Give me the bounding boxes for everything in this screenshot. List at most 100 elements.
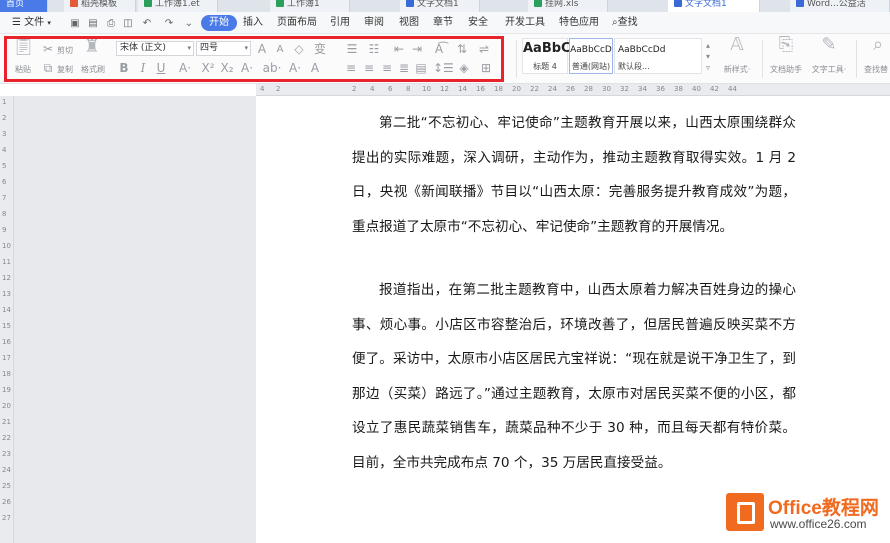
menu-bar: ☰ 文件 ▾ ▣ ▤ ⎙ ◫ ↶ ↷ ⌄ 开始 插入 页面布局 引用 审阅 视图… <box>0 12 890 34</box>
home-tab[interactable]: 首页 <box>0 0 48 12</box>
tab-references[interactable]: 引用 <box>326 15 354 31</box>
search-box[interactable]: ⌕查找 <box>612 15 638 31</box>
save-icon[interactable]: ▣ <box>68 16 82 30</box>
tab-insert[interactable]: 插入 <box>239 15 267 31</box>
ruler-tick: 25 <box>2 482 11 490</box>
style-sample: AaBbCcDd <box>618 45 666 55</box>
doc-tab[interactable]: 稻壳模板 <box>64 0 136 12</box>
doc-tab[interactable]: 挂网.xls <box>528 0 608 12</box>
document-icon <box>674 0 682 7</box>
ruler-tick: 1 <box>2 98 7 106</box>
ruler-tick: 9 <box>2 226 7 234</box>
document-page[interactable]: 第二批“不忘初心、牢记使命”主题教育开展以来，山西太原围绕群众提出的实际难题，深… <box>256 96 890 543</box>
redo-icon[interactable]: ↷ <box>162 16 176 30</box>
doc-tab-active[interactable]: 文字文档1 <box>668 0 760 12</box>
ruler-tick: 8 <box>406 85 411 93</box>
doc-tab-label: 文字文档1 <box>685 0 727 9</box>
ruler-tick: 21 <box>2 418 11 426</box>
office-logo-icon <box>726 493 764 531</box>
new-style-icon[interactable]: 𝔸 <box>725 36 749 54</box>
ruler-tick: 23 <box>2 450 11 458</box>
styles-scroll[interactable]: ▴ ▾ ▿ <box>703 40 713 73</box>
style-heading-4[interactable]: AaBbC 标题 4 <box>522 38 571 74</box>
ruler-tick: 22 <box>530 85 539 93</box>
doc-tab[interactable]: Word...公益活 <box>790 0 890 12</box>
tab-security[interactable]: 安全 <box>464 15 492 31</box>
style-name: 标题 4 <box>533 62 557 71</box>
new-style-label[interactable]: 新样式· <box>716 63 758 77</box>
tab-special[interactable]: 特色应用 <box>555 15 603 31</box>
ruler-tick: 15 <box>2 322 11 330</box>
ruler-tick: 28 <box>584 85 593 93</box>
tab-view[interactable]: 视图 <box>395 15 423 31</box>
ruler-tick: 13 <box>2 290 11 298</box>
ruler-tick: 17 <box>2 354 11 362</box>
ruler-tick: 7 <box>2 194 7 202</box>
ruler-tick: 30 <box>602 85 611 93</box>
document-icon <box>406 0 414 7</box>
ruler-tick: 6 <box>2 178 7 186</box>
ruler-tick: 24 <box>548 85 557 93</box>
tab-developer[interactable]: 开发工具 <box>501 15 549 31</box>
ruler-tick: 34 <box>638 85 647 93</box>
ruler-tick: 32 <box>620 85 629 93</box>
divider <box>516 40 517 78</box>
tab-chapter[interactable]: 章节 <box>429 15 457 31</box>
style-name: 普通(网站) <box>571 62 611 71</box>
document-icon <box>796 0 804 7</box>
doc-tab-label: 稻壳模板 <box>81 0 118 9</box>
ruler-tick: 2 <box>2 114 7 122</box>
ruler-tick: 2 <box>352 85 357 93</box>
print-icon[interactable]: ⎙ <box>104 16 118 30</box>
ruler-tick: 16 <box>476 85 485 93</box>
ruler-tick: 14 <box>2 306 11 314</box>
paragraph-2[interactable]: 报道指出，在第二批主题教育中，山西太原着力解决百姓身边的操心事、烦心事。小店区市… <box>352 273 796 480</box>
customize-icon[interactable]: ⌄ <box>182 16 196 30</box>
doc-tab-label: 挂网.xls <box>545 0 579 9</box>
style-name: 默认段... <box>618 62 650 71</box>
print-preview-icon[interactable]: ◫ <box>121 16 135 30</box>
doc-assistant-label[interactable]: 文档助手 <box>766 63 806 77</box>
ruler-tick: 3 <box>2 130 7 138</box>
tab-review[interactable]: 审阅 <box>360 15 388 31</box>
ruler-tick: 4 <box>370 85 375 93</box>
tab-page-layout[interactable]: 页面布局 <box>273 15 321 31</box>
spreadsheet-icon <box>276 0 284 7</box>
highlight-annotation <box>4 36 504 82</box>
style-default-paragraph[interactable]: AaBbCcDd 默认段... <box>614 38 702 74</box>
doc-tab-label: 工作簿1 <box>287 0 320 9</box>
paragraph-1[interactable]: 第二批“不忘初心、牢记使命”主题教育开展以来，山西太原围绕群众提出的实际难题，深… <box>352 106 796 244</box>
style-normal-web[interactable]: AaBbCcD 普通(网站) <box>569 38 613 74</box>
doc-tab-label: Word...公益活 <box>807 0 866 9</box>
text-tools-label[interactable]: 文字工具· <box>807 63 851 77</box>
ruler-tick: 12 <box>440 85 449 93</box>
ruler-tick: 6 <box>388 85 393 93</box>
home-tab-label: 首页 <box>6 0 25 9</box>
file-menu[interactable]: ☰ 文件 ▾ <box>12 15 51 31</box>
doc-tab[interactable]: 文字文档1 <box>400 0 480 12</box>
ruler-tick: 27 <box>2 514 11 522</box>
ruler-tick: 12 <box>2 274 11 282</box>
doc-tab[interactable]: 工作簿1 <box>270 0 350 12</box>
style-sample: AaBbC <box>523 41 571 56</box>
doc-tab[interactable]: 工作簿1.et <box>138 0 218 12</box>
horizontal-ruler[interactable]: 4 2 2 4 6 8 10 12 14 16 18 20 22 24 26 2… <box>256 84 890 96</box>
find-replace-icon[interactable]: ⌕ <box>866 36 890 54</box>
tab-home[interactable]: 开始 <box>201 15 237 31</box>
ruler-tick: 40 <box>692 85 701 93</box>
ruler-tick: 2 <box>276 85 281 93</box>
find-replace-label[interactable]: 查找替 <box>862 63 890 77</box>
style-sample: AaBbCcD <box>570 45 612 55</box>
export-pdf-icon[interactable]: ▤ <box>86 16 100 30</box>
undo-icon[interactable]: ↶ <box>140 16 154 30</box>
watermark-title: Office教程网 <box>768 498 879 519</box>
watermark-url: www.office26.com <box>770 517 867 531</box>
text-tools-icon[interactable]: ✎ <box>817 36 841 54</box>
doc-assistant-icon[interactable]: ⎘ <box>774 36 798 54</box>
new-style-text: 新样式 <box>723 65 748 74</box>
ruler-tick: 20 <box>512 85 521 93</box>
ruler-tick: 4 <box>2 146 7 154</box>
vertical-ruler[interactable]: 1 2 3 4 5 6 7 8 9 10 11 12 13 14 15 16 1… <box>0 96 14 543</box>
document-canvas[interactable]: 第二批“不忘初心、牢记使命”主题教育开展以来，山西太原围绕群众提出的实际难题，深… <box>14 96 890 543</box>
ruler-tick: 44 <box>728 85 737 93</box>
